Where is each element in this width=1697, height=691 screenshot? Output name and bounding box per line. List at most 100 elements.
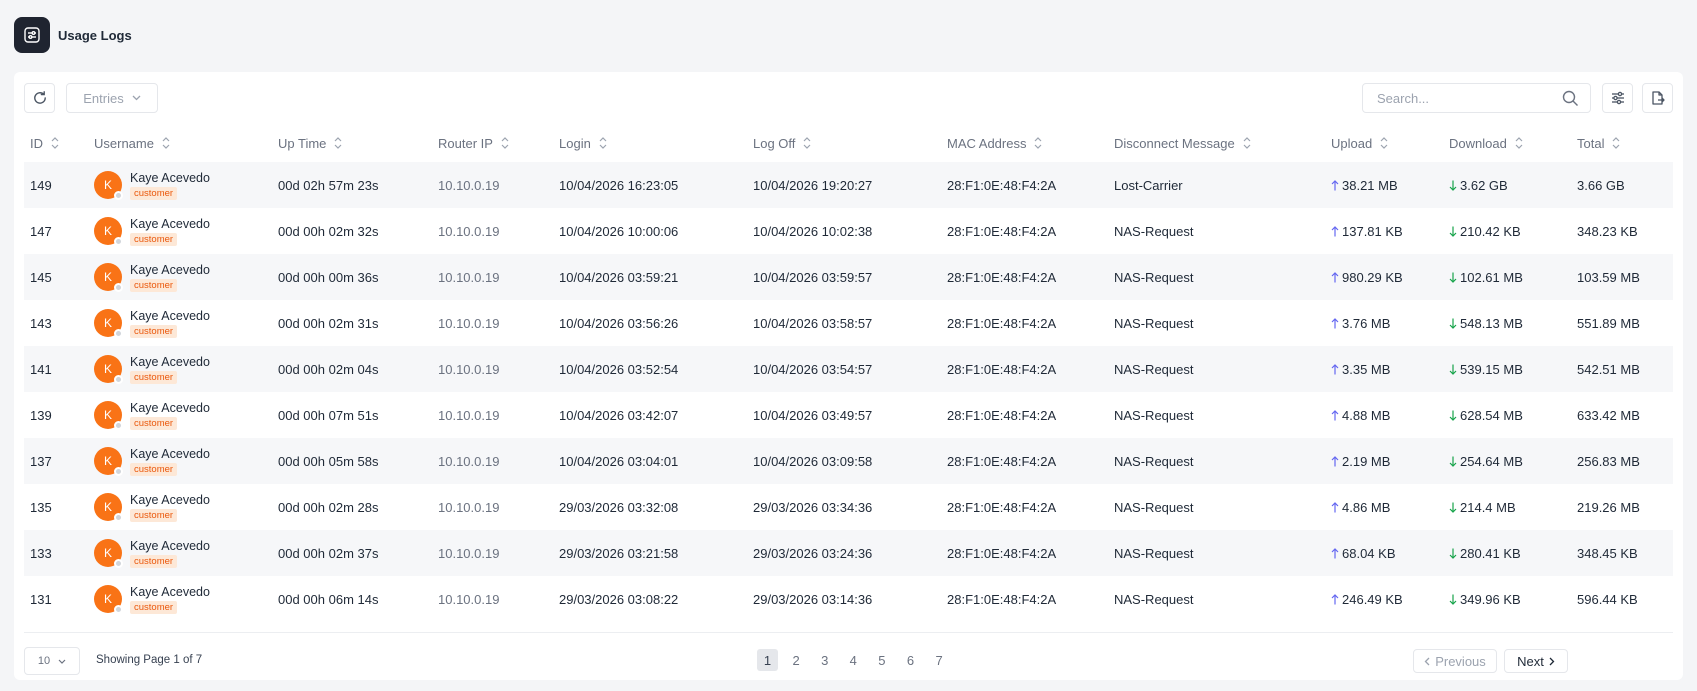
page-4-button[interactable]: 4 [843,649,864,671]
column-header-total[interactable]: Total [1571,126,1673,162]
upload-arrow-icon [1331,271,1339,282]
table-row[interactable]: 137 K Kaye Acevedo customer 00d 00h 05m 58s 1… [24,438,1673,484]
table-row[interactable]: 143 K Kaye Acevedo customer 00d 00h 02m 31s 1… [24,300,1673,346]
page-7-button[interactable]: 7 [929,649,950,671]
cell-router-ip: 10.10.0.19 [438,591,500,607]
column-header-login[interactable]: Login [553,126,747,162]
avatar: K [94,401,123,430]
page-2-button[interactable]: 2 [786,649,807,671]
user-name[interactable]: Kaye Acevedo [130,493,210,507]
column-header-logoff[interactable]: Log Off [747,126,941,162]
filter-button[interactable] [1602,83,1633,113]
user-name[interactable]: Kaye Acevedo [130,585,210,599]
column-header-disconnect-message[interactable]: Disconnect Message [1108,126,1325,162]
user-name[interactable]: Kaye Acevedo [130,447,210,461]
usage-logs-card: Entries Search... ID Username Up Time Ro… [14,72,1683,680]
avatar: K [94,309,123,338]
cell-id: 149 [30,177,52,193]
refresh-button[interactable] [24,83,55,113]
user-name[interactable]: Kaye Acevedo [130,355,210,369]
sliders-icon [14,17,50,53]
column-header-download[interactable]: Download [1443,126,1571,162]
chevron-left-icon [1424,657,1430,665]
cell-download: 280.41 KB [1443,530,1571,576]
previous-button[interactable]: Previous [1413,649,1497,673]
cell-logoff: 10/04/2026 10:02:38 [753,223,873,239]
table-row[interactable]: 145 K Kaye Acevedo customer 00d 00h 00m 36s 1… [24,254,1673,300]
table-row[interactable]: 139 K Kaye Acevedo customer 00d 00h 07m 51s 1… [24,392,1673,438]
cell-total: 348.23 KB [1577,223,1638,239]
page-5-button[interactable]: 5 [871,649,892,671]
cell-upload: 4.88 MB [1325,392,1443,438]
cell-disconnect-message: NAS-Request [1114,545,1194,561]
page-1-button[interactable]: 1 [757,649,778,671]
cell-logoff: 10/04/2026 03:54:57 [753,361,873,377]
table-row[interactable]: 149 K Kaye Acevedo customer 00d 02h 57m 23s 1… [24,162,1673,208]
column-header-mac[interactable]: MAC Address [941,126,1108,162]
cell-router-ip: 10.10.0.19 [438,545,500,561]
cell-mac: 28:F1:0E:48:F4:2A [947,545,1057,561]
sort-icon[interactable] [1243,137,1251,152]
chevron-down-icon [58,659,66,664]
cell-username: K Kaye Acevedo customer [88,162,272,208]
role-badge: customer [130,416,178,430]
cell-logoff: 29/03/2026 03:14:36 [753,591,873,607]
cell-uptime: 00d 00h 02m 37s [278,545,379,561]
user-name[interactable]: Kaye Acevedo [130,217,210,231]
search-input[interactable] [1363,84,1543,112]
column-header-uptime[interactable]: Up Time [272,126,432,162]
table-row[interactable]: 133 K Kaye Acevedo customer 00d 00h 02m 37s 1… [24,530,1673,576]
next-button[interactable]: Next [1504,649,1568,673]
table-row[interactable]: 147 K Kaye Acevedo customer 00d 00h 02m 32s 1… [24,208,1673,254]
table-row[interactable]: 141 K Kaye Acevedo customer 00d 00h 02m 04s 1… [24,346,1673,392]
table-row[interactable]: 135 K Kaye Acevedo customer 00d 00h 02m 28s 1… [24,484,1673,530]
user-name[interactable]: Kaye Acevedo [130,263,210,277]
cell-username: K Kaye Acevedo customer [88,208,272,254]
role-badge: customer [130,600,178,614]
page-6-button[interactable]: 6 [900,649,921,671]
cell-username: K Kaye Acevedo customer [88,300,272,346]
cell-total: 219.26 MB [1577,499,1640,515]
sort-icon[interactable] [803,137,811,152]
sort-icon[interactable] [162,137,170,152]
column-header-upload[interactable]: Upload [1325,126,1443,162]
status-dot [114,191,123,200]
search-box [1362,83,1591,113]
sort-icon[interactable] [1515,137,1523,152]
sort-icon[interactable] [501,137,509,152]
sort-icon[interactable] [1380,137,1388,152]
cell-router-ip: 10.10.0.19 [438,499,500,515]
page-3-button[interactable]: 3 [814,649,835,671]
export-button[interactable] [1642,83,1673,113]
status-dot [114,513,123,522]
status-dot [114,329,123,338]
status-dot [114,237,123,246]
cell-login: 29/03/2026 03:08:22 [559,591,679,607]
entries-dropdown[interactable]: Entries [66,83,158,113]
sort-icon[interactable] [1034,137,1042,152]
cell-logoff: 10/04/2026 19:20:27 [753,177,873,193]
sort-icon[interactable] [51,137,59,152]
user-name[interactable]: Kaye Acevedo [130,309,210,323]
column-header-username[interactable]: Username [88,126,272,162]
cell-download: 539.15 MB [1443,346,1571,392]
cell-download: 210.42 KB [1443,208,1571,254]
cell-upload: 3.35 MB [1325,346,1443,392]
sort-icon[interactable] [1612,137,1620,152]
upload-arrow-icon [1331,225,1339,236]
user-name[interactable]: Kaye Acevedo [130,539,210,553]
user-name[interactable]: Kaye Acevedo [130,401,210,415]
sort-icon[interactable] [334,137,342,152]
column-header-router-ip[interactable]: Router IP [432,126,553,162]
cell-router-ip: 10.10.0.19 [438,177,500,193]
page-size-select[interactable]: 10 [24,647,80,675]
cell-uptime: 00d 00h 00m 36s [278,269,379,285]
table-row[interactable]: 131 K Kaye Acevedo customer 00d 00h 06m 14s 1… [24,576,1673,622]
sort-icon[interactable] [599,137,607,152]
cell-uptime: 00d 00h 02m 28s [278,499,379,515]
user-name[interactable]: Kaye Acevedo [130,171,210,185]
cell-download: 548.13 MB [1443,300,1571,346]
column-header-id[interactable]: ID [24,126,88,162]
role-badge: customer [130,462,178,476]
search-icon[interactable] [1562,90,1579,107]
